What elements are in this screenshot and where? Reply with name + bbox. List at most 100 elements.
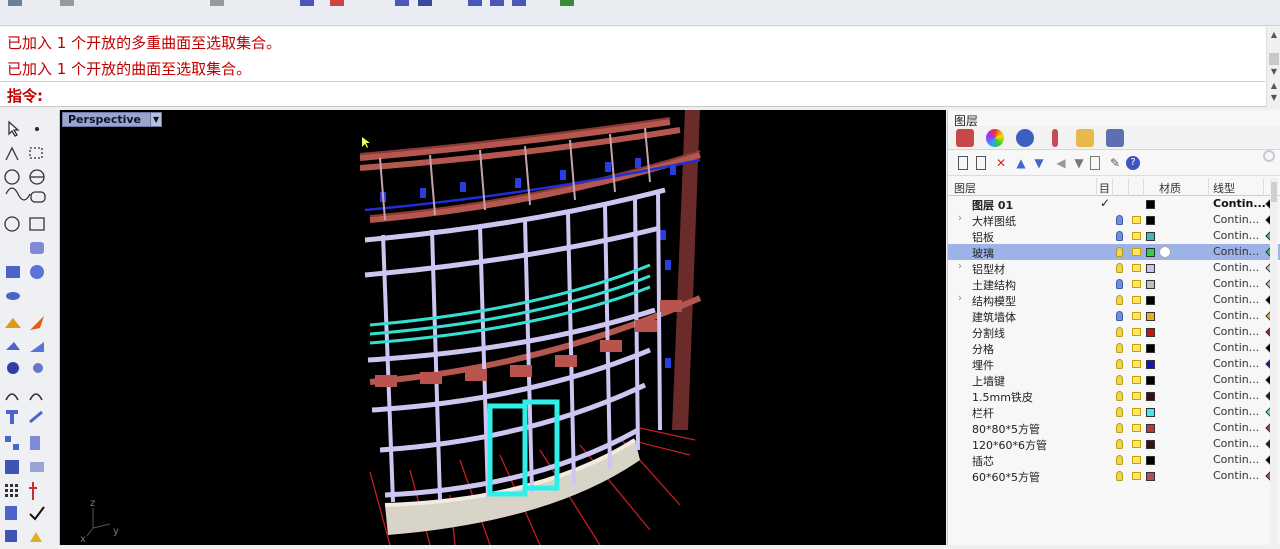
layer-color-swatch[interactable] <box>1146 216 1155 225</box>
scroll-up-icon[interactable]: ▲ <box>1269 30 1279 40</box>
layer-linetype[interactable]: Contin... <box>1213 229 1259 242</box>
layer-color-swatch[interactable] <box>1146 456 1155 465</box>
toolbar-icon[interactable] <box>560 0 574 6</box>
lock-icon[interactable] <box>1132 344 1141 352</box>
display-tab-icon[interactable] <box>1106 129 1124 147</box>
layer-color-swatch[interactable] <box>1146 376 1155 385</box>
layer-color-swatch[interactable] <box>1146 200 1155 209</box>
layer-linetype[interactable]: Contin... <box>1213 421 1259 434</box>
layer-row[interactable]: 建筑墙体 Contin... <box>948 308 1280 324</box>
light-tab-icon[interactable] <box>1052 129 1058 147</box>
toolbar-icon[interactable] <box>490 0 504 6</box>
layer-row[interactable]: › 结构模型 Contin... <box>948 292 1280 308</box>
layer-color-swatch[interactable] <box>1146 360 1155 369</box>
visibility-bulb-icon[interactable] <box>1116 375 1123 385</box>
visibility-bulb-icon[interactable] <box>1116 359 1123 369</box>
visibility-bulb-icon[interactable] <box>1116 343 1123 353</box>
layer-row[interactable]: 60*60*5方管 Contin... <box>948 468 1280 484</box>
lock-icon[interactable] <box>1132 472 1141 480</box>
lock-icon[interactable] <box>1132 264 1141 272</box>
layer-color-swatch[interactable] <box>1146 312 1155 321</box>
layer-row[interactable]: 120*60*6方管 Contin... <box>948 436 1280 452</box>
lock-icon[interactable] <box>1132 408 1141 416</box>
lock-icon[interactable] <box>1132 248 1141 256</box>
new-sublayer-icon[interactable] <box>976 156 986 170</box>
layer-color-swatch[interactable] <box>1146 264 1155 273</box>
expand-chevron-icon[interactable]: › <box>958 293 962 304</box>
column-header-material[interactable]: 材质 <box>1159 180 1181 196</box>
layer-linetype[interactable]: Contin... <box>1213 469 1259 482</box>
visibility-bulb-icon[interactable] <box>1116 455 1123 465</box>
layer-linetype[interactable]: Contin... <box>1213 453 1259 466</box>
lock-icon[interactable] <box>1132 232 1141 240</box>
layer-linetype[interactable]: Contin... <box>1213 437 1259 450</box>
move-down-icon[interactable]: ▼ <box>1032 156 1046 170</box>
layer-row[interactable]: › 铝型材 Contin... <box>948 260 1280 276</box>
viewport-title-tab[interactable]: Perspective ▼ <box>62 112 163 127</box>
expand-chevron-icon[interactable]: › <box>958 261 962 272</box>
toolbar-icon[interactable] <box>300 0 314 6</box>
layer-color-swatch[interactable] <box>1146 280 1155 289</box>
layer-color-swatch[interactable] <box>1146 344 1155 353</box>
lock-icon[interactable] <box>1132 280 1141 288</box>
layer-color-swatch[interactable] <box>1146 328 1155 337</box>
scroll-thumb[interactable] <box>1269 53 1279 65</box>
scroll-thumb[interactable] <box>1271 182 1277 202</box>
scroll-up-icon[interactable]: ▲ <box>1269 81 1279 91</box>
toolbar-icon[interactable] <box>468 0 482 6</box>
page-icon[interactable] <box>1090 156 1100 170</box>
visibility-bulb-icon[interactable] <box>1116 471 1123 481</box>
lock-icon[interactable] <box>1132 376 1141 384</box>
command-input[interactable]: 指令: <box>0 81 1265 105</box>
visibility-bulb-icon[interactable] <box>1116 423 1123 433</box>
layer-row[interactable]: 玻璃 Contin... <box>948 244 1280 260</box>
toolbar-icon[interactable] <box>418 0 432 6</box>
layer-color-swatch[interactable] <box>1146 424 1155 433</box>
layer-linetype[interactable]: Contin... <box>1213 341 1259 354</box>
layer-linetype[interactable]: Contin... <box>1213 373 1259 386</box>
lock-icon[interactable] <box>1132 424 1141 432</box>
visibility-bulb-icon[interactable] <box>1116 263 1123 273</box>
visibility-bulb-icon[interactable] <box>1116 279 1123 289</box>
visibility-bulb-icon[interactable] <box>1116 439 1123 449</box>
layer-linetype[interactable]: Contin... <box>1213 293 1259 306</box>
layer-linetype[interactable]: Contin... <box>1213 389 1259 402</box>
layer-color-swatch[interactable] <box>1146 472 1155 481</box>
layer-linetype[interactable]: Contin... <box>1213 213 1259 226</box>
toolbar-icon[interactable] <box>210 0 224 6</box>
material-icon[interactable] <box>1159 246 1171 258</box>
layer-color-swatch[interactable] <box>1146 232 1155 241</box>
layer-linetype[interactable]: Contin... <box>1213 357 1259 370</box>
visibility-bulb-icon[interactable] <box>1116 295 1123 305</box>
move-up-icon[interactable]: ▲ <box>1014 156 1028 170</box>
layer-linetype[interactable]: Contin... <box>1213 245 1259 258</box>
layer-row[interactable]: 铝板 Contin... <box>948 228 1280 244</box>
scroll-down-icon[interactable]: ▼ <box>1269 93 1279 103</box>
toolbar-icon[interactable] <box>60 0 74 6</box>
visibility-bulb-icon[interactable] <box>1116 327 1123 337</box>
layers-tab-icon[interactable] <box>956 129 974 147</box>
lock-icon[interactable] <box>1132 456 1141 464</box>
layer-row[interactable]: 栏杆 Contin... <box>948 404 1280 420</box>
layer-row[interactable]: 1.5mm铁皮 Contin... <box>948 388 1280 404</box>
visibility-bulb-icon[interactable] <box>1116 231 1123 241</box>
visibility-bulb-icon[interactable] <box>1116 407 1123 417</box>
toolbar-icon[interactable] <box>512 0 526 6</box>
toolbar-icon[interactable] <box>330 0 344 6</box>
scroll-down-icon[interactable]: ▼ <box>1269 67 1279 77</box>
layer-row[interactable]: 图层 01 ✓ Contin... <box>948 196 1280 212</box>
layer-row[interactable]: 上墙键 Contin... <box>948 372 1280 388</box>
tool-icons[interactable] <box>0 110 60 545</box>
lock-icon[interactable] <box>1132 328 1141 336</box>
viewport-menu-arrow-icon[interactable]: ▼ <box>150 113 162 126</box>
expand-chevron-icon[interactable]: › <box>958 213 962 224</box>
layer-row[interactable]: 插芯 Contin... <box>948 452 1280 468</box>
lock-icon[interactable] <box>1132 296 1141 304</box>
layer-row[interactable]: › 大样图纸 Contin... <box>948 212 1280 228</box>
command-scrollbar[interactable]: ▲ ▼ ▲ ▼ <box>1266 27 1280 107</box>
layer-linetype[interactable]: Contin... <box>1213 309 1259 322</box>
layer-color-swatch[interactable] <box>1146 392 1155 401</box>
layer-linetype[interactable]: Contin... <box>1213 261 1259 274</box>
folder-tab-icon[interactable] <box>1076 129 1094 147</box>
layer-row[interactable]: 土建结构 Contin... <box>948 276 1280 292</box>
